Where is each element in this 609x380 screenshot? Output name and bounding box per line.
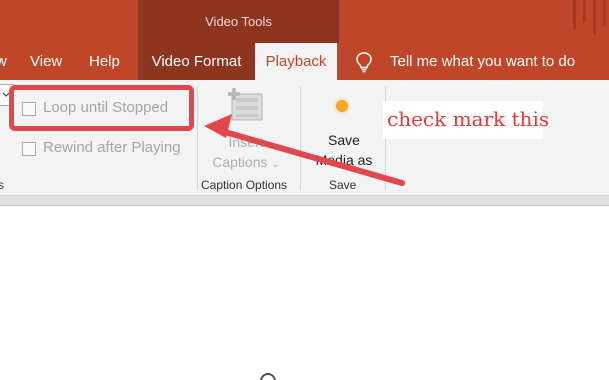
annotation-arrow (204, 114, 405, 186)
